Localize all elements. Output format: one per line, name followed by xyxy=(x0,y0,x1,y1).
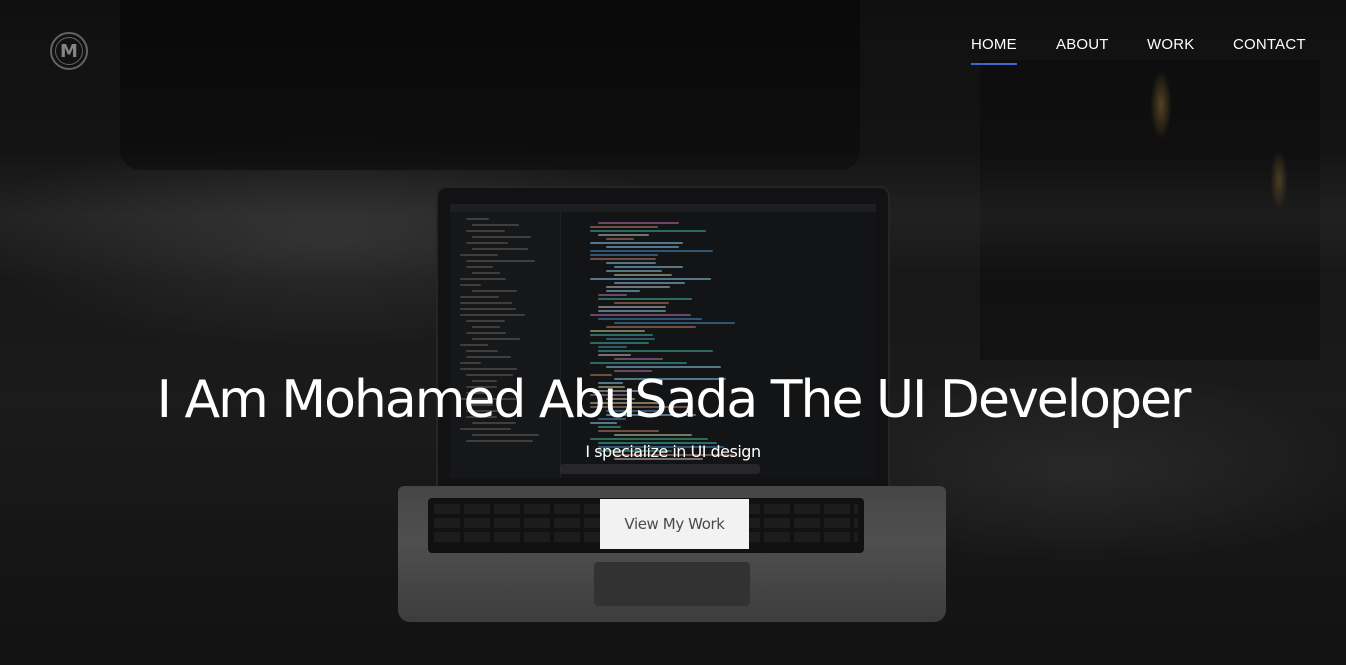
dark-overlay xyxy=(0,0,1346,665)
nav-about[interactable]: ABOUT xyxy=(1056,36,1109,53)
logo-mark: M xyxy=(55,37,83,65)
nav-work[interactable]: WORK xyxy=(1147,36,1194,53)
hero-title: I Am Mohamed AbuSada The UI Developer xyxy=(156,370,1192,430)
nav-home[interactable]: HOME xyxy=(971,36,1017,65)
view-my-work-button[interactable]: View My Work xyxy=(600,499,749,549)
hero-section: M HOME ABOUT WORK CONTACT I Am Mohamed A… xyxy=(0,0,1346,665)
hero-subtitle: I specialize in UI design xyxy=(585,442,761,461)
nav-contact[interactable]: CONTACT xyxy=(1233,36,1306,53)
site-logo[interactable]: M xyxy=(50,32,88,70)
